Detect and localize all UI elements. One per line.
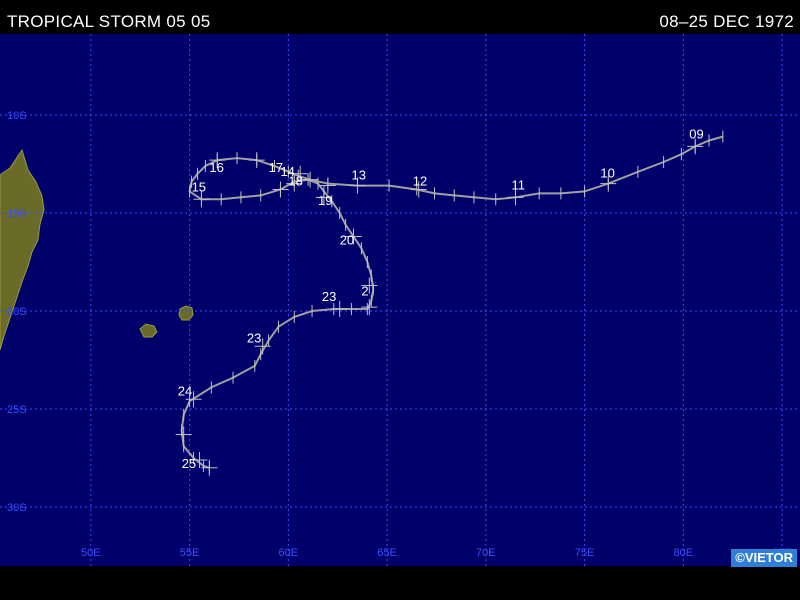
ocean-background (0, 34, 800, 566)
day-label: 13 (352, 168, 366, 183)
lat-tick-label: 15S (7, 208, 27, 220)
lat-tick-label: 20S (7, 306, 27, 318)
day-label: 23 (322, 289, 336, 304)
mauritius-island (178, 305, 194, 321)
storm-track-map: 50E55E60E65E70E75E80E85E10S15S20S25S30S … (0, 34, 800, 600)
lat-tick-label: 30S (7, 502, 27, 514)
day-label: 24 (178, 383, 192, 398)
lon-tick-label: 50E (81, 547, 101, 559)
day-label: 23 (247, 330, 261, 345)
credit-badge: ©VIETOR (731, 549, 797, 567)
lon-tick-label: 65E (377, 547, 397, 559)
lon-tick-label: 80E (674, 547, 694, 559)
day-label: 18 (288, 174, 302, 189)
lon-tick-label: 55E (180, 547, 200, 559)
day-label: 25 (182, 456, 196, 471)
day-label: 11 (512, 177, 526, 192)
day-label: 19 (318, 193, 332, 208)
lon-tick-label: 60E (279, 547, 299, 559)
lat-tick-label: 25S (7, 404, 27, 416)
day-label: 16 (209, 160, 223, 175)
lat-tick-label: 10S (7, 110, 27, 122)
bottom-bar (0, 566, 800, 600)
day-label: 17 (269, 160, 283, 175)
lon-tick-label: 75E (575, 547, 595, 559)
day-label: 10 (600, 166, 614, 181)
day-label: 15 (192, 179, 206, 194)
day-label: 12 (413, 174, 427, 189)
lon-tick-label: 70E (476, 547, 496, 559)
day-label: 2 (361, 283, 368, 298)
day-label: 20 (340, 232, 354, 247)
day-label: 09 (689, 127, 703, 142)
